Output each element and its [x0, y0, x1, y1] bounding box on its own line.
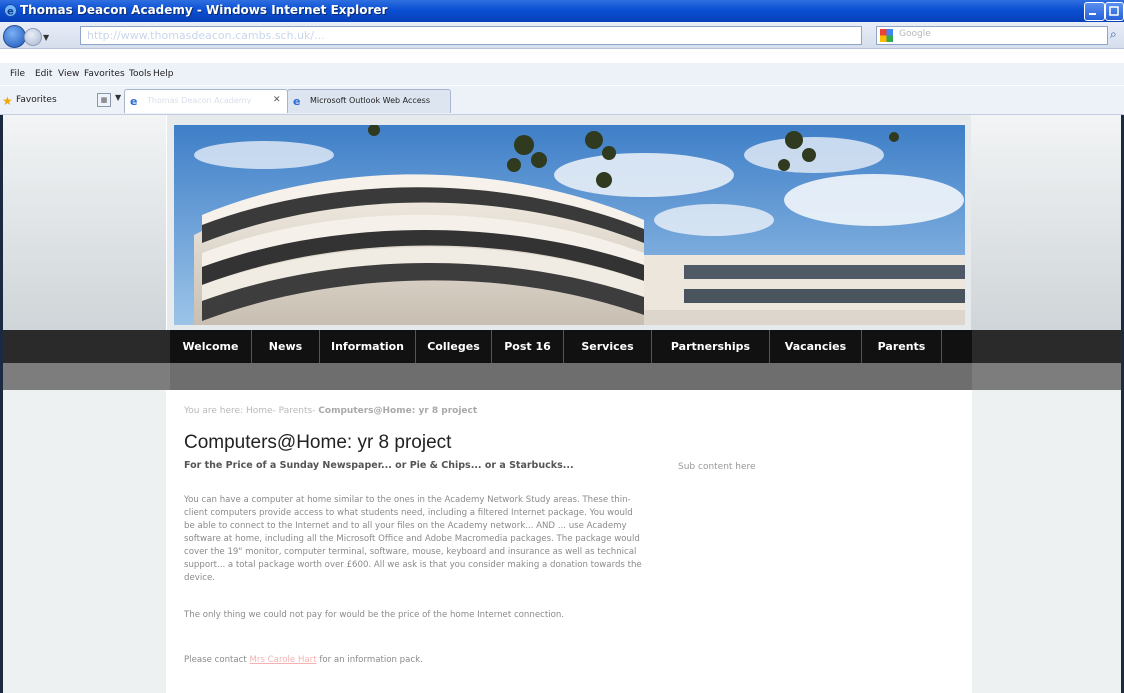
- page-viewport: Welcome News Information Colleges Post 1…: [0, 115, 1124, 693]
- tab-outlook[interactable]: e Microsoft Outlook Web Access: [287, 89, 451, 113]
- nav-welcome[interactable]: Welcome: [170, 330, 252, 363]
- nav-parents[interactable]: Parents: [862, 330, 942, 363]
- close-tab-icon[interactable]: ✕: [273, 95, 281, 105]
- maximize-button[interactable]: [1105, 2, 1124, 21]
- tab-list-dropdown-icon[interactable]: ▼: [115, 93, 121, 102]
- body-paragraph-2: The only thing we could not pay for woul…: [184, 610, 565, 620]
- menu-edit[interactable]: Edit: [35, 69, 52, 79]
- window-title: Thomas Deacon Academy - Windows Internet…: [20, 3, 388, 17]
- banner-image: [174, 125, 965, 325]
- main-content: You are here: Home- Parents- Computers@H…: [170, 390, 972, 693]
- main-nav: Welcome News Information Colleges Post 1…: [170, 330, 972, 363]
- menu-favorites[interactable]: Favorites: [84, 69, 125, 79]
- contact-link[interactable]: Mrs Carole Hart: [250, 655, 317, 665]
- nav-vacancies[interactable]: Vacancies: [770, 330, 862, 363]
- contact-prefix: Please contact: [184, 655, 247, 665]
- breadcrumb-prefix: You are here:: [184, 406, 244, 416]
- ie-page-icon: e: [293, 95, 301, 108]
- address-url: http://www.thomasdeacon.cambs.sch.uk/...: [87, 29, 325, 42]
- nav-services[interactable]: Services: [564, 330, 652, 363]
- ie-page-icon: e: [130, 95, 138, 108]
- nav-colleges[interactable]: Colleges: [416, 330, 492, 363]
- search-placeholder: Google: [899, 29, 931, 39]
- nav-post-16[interactable]: Post 16: [492, 330, 564, 363]
- breadcrumb: You are here: Home- Parents- Computers@H…: [184, 406, 477, 416]
- svg-text:e: e: [7, 7, 14, 18]
- history-dropdown-icon[interactable]: ▼: [43, 33, 49, 42]
- menu-file[interactable]: File: [10, 69, 25, 79]
- minimize-icon: [1089, 13, 1096, 15]
- tab-thomas-deacon[interactable]: e Thomas Deacon Academy ✕: [124, 89, 288, 113]
- right-margin-gradient: [971, 115, 1121, 330]
- nav-partnerships[interactable]: Partnerships: [652, 330, 770, 363]
- menu-tools[interactable]: Tools: [129, 69, 151, 79]
- breadcrumb-trail[interactable]: Home- Parents-: [246, 406, 315, 416]
- forward-button[interactable]: [24, 28, 42, 46]
- tab-label: Microsoft Outlook Web Access: [310, 96, 431, 105]
- contact-suffix: for an information pack.: [319, 655, 423, 665]
- body-paragraph-1: You can have a computer at home similar …: [184, 495, 642, 583]
- nav-news[interactable]: News: [252, 330, 320, 363]
- ie-logo-icon: e: [4, 4, 17, 18]
- maximize-icon: [1109, 6, 1119, 16]
- favorites-bar: ★ Favorites ▦ ▼ e Thomas Deacon Academy …: [0, 86, 1124, 115]
- sub-content: Sub content here: [678, 462, 756, 472]
- left-margin-gradient: [3, 115, 166, 330]
- page-title: Computers@Home: yr 8 project: [184, 432, 452, 453]
- address-toolbar: ▼ http://www.thomasdeacon.cambs.sch.uk/.…: [0, 22, 1124, 49]
- minimize-button[interactable]: [1084, 2, 1105, 21]
- tab-label: Thomas Deacon Academy: [147, 96, 252, 105]
- nav-information[interactable]: Information: [320, 330, 416, 363]
- back-button[interactable]: [3, 25, 26, 48]
- quick-tabs-icon[interactable]: ▦: [97, 93, 111, 107]
- contact-paragraph: Please contact Mrs Carole Hart for an in…: [184, 654, 644, 667]
- google-icon: [880, 29, 893, 42]
- address-input[interactable]: http://www.thomasdeacon.cambs.sch.uk/...…: [80, 26, 947, 45]
- sub-nav-inner: [170, 363, 972, 390]
- menu-help[interactable]: Help: [153, 69, 174, 79]
- menu-view[interactable]: View: [58, 69, 79, 79]
- page-subheading: For the Price of a Sunday Newspaper... o…: [184, 460, 574, 471]
- favorites-button[interactable]: Favorites: [16, 95, 57, 105]
- window-titlebar: e Thomas Deacon Academy - Windows Intern…: [0, 0, 1124, 22]
- search-input[interactable]: Google: [876, 26, 1108, 45]
- search-icon[interactable]: ⌕: [1110, 27, 1117, 42]
- favorites-star-icon[interactable]: ★: [2, 94, 13, 108]
- breadcrumb-current: Computers@Home: yr 8 project: [318, 406, 478, 416]
- menu-bar: File Edit View Favorites Tools Help: [0, 63, 1124, 85]
